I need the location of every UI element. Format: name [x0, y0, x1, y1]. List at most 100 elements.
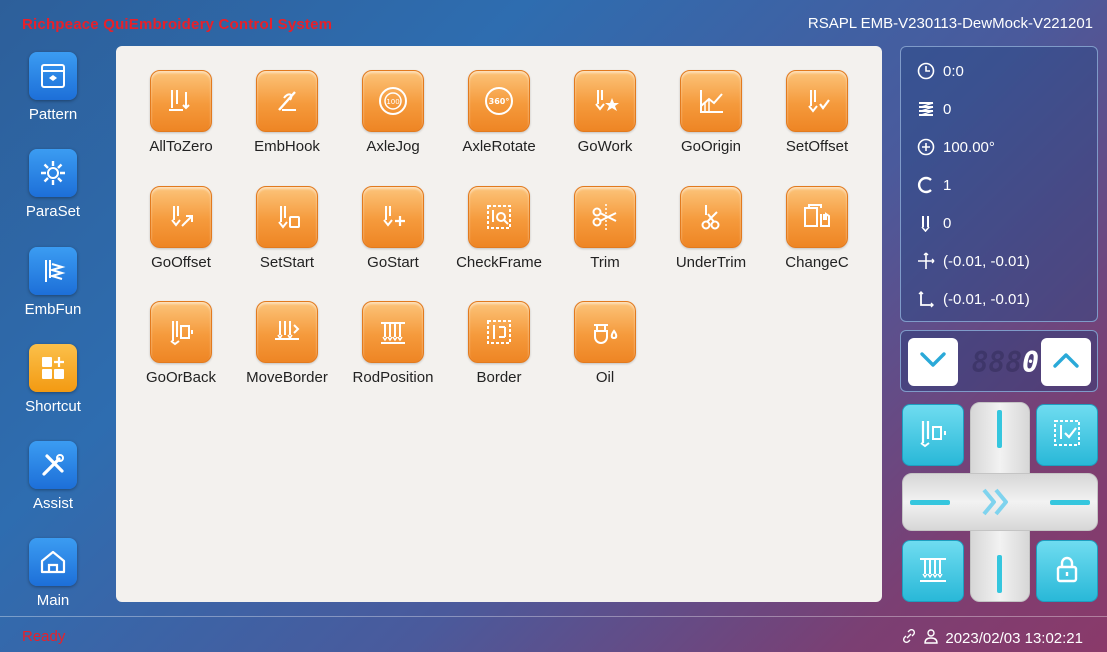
axle-jog-button[interactable]: 100 AxleJog — [340, 70, 446, 170]
go-work-icon — [574, 70, 636, 132]
function-label: AxleRotate — [462, 138, 536, 155]
border-button[interactable]: Border — [446, 301, 552, 401]
info-color-row: 1 — [915, 173, 951, 197]
set-start-button[interactable]: SetStart — [234, 186, 340, 286]
rod-position-button[interactable]: RodPosition — [340, 301, 446, 401]
change-color-icon — [786, 186, 848, 248]
go-start-button[interactable]: GoStart — [340, 186, 446, 286]
move-down-button[interactable] — [997, 555, 1002, 593]
move-up-button[interactable] — [997, 410, 1002, 448]
move-border-icon — [256, 301, 318, 363]
rod-quick-button[interactable] — [902, 540, 964, 602]
go-offset-icon — [150, 186, 212, 248]
increment-button[interactable] — [1041, 338, 1091, 386]
counter-ghost-digits: 888 — [971, 345, 1023, 379]
axle-jog-icon: 100 — [362, 70, 424, 132]
needle-icon — [915, 214, 937, 232]
sidebar-item-main[interactable]: Main — [15, 538, 91, 628]
status-right: 2023/02/03 13:02:21 — [901, 628, 1083, 648]
function-label: ChangeC — [785, 254, 849, 271]
title-bar: Richpeace QuiEmbroidery Control System R… — [0, 0, 1107, 46]
move-right-button[interactable] — [1050, 500, 1090, 505]
info-position-row: (-0.01, -0.01) — [915, 249, 1030, 273]
status-info-panel: 0:0 0 100.00° 1 0 (-0.01, -0.01) (-0.01,… — [900, 46, 1098, 322]
sidebar-item-label: Assist — [32, 495, 73, 512]
info-needle: 0 — [943, 214, 952, 232]
user-icon — [923, 628, 939, 648]
function-label: CheckFrame — [456, 254, 542, 271]
decrement-button[interactable] — [908, 338, 958, 386]
function-label: RodPosition — [352, 369, 434, 386]
pattern-folder-icon — [29, 52, 77, 100]
sidebar-item-shortcut[interactable]: Shortcut — [15, 344, 91, 434]
axle-rotate-button[interactable]: 360° AxleRotate — [446, 70, 552, 170]
function-label: SetStart — [259, 254, 315, 271]
under-trim-icon — [680, 186, 742, 248]
status-datetime: 2023/02/03 13:02:21 — [945, 629, 1083, 647]
speed-arrows-icon[interactable] — [978, 484, 1022, 525]
status-bar: Ready 2023/02/03 13:02:21 — [0, 620, 1107, 652]
sidebar-item-pattern[interactable]: Pattern — [15, 52, 91, 142]
go-offset-button[interactable]: GoOffset — [128, 186, 234, 286]
go-origin-icon — [680, 70, 742, 132]
oil-button[interactable]: Oil — [552, 301, 658, 401]
set-offset-button[interactable]: SetOffset — [764, 70, 870, 170]
link-icon — [901, 628, 917, 648]
rod-quick-icon — [915, 551, 951, 592]
emb-hook-button[interactable]: EmbHook — [234, 70, 340, 170]
set-start-icon — [256, 186, 318, 248]
status-divider — [0, 616, 1107, 617]
stitch-count-icon — [915, 100, 937, 118]
origin-axis-icon — [915, 290, 937, 308]
info-angle: 100.00° — [943, 138, 995, 156]
all-to-zero-button[interactable]: AllToZero — [128, 70, 234, 170]
sidebar-item-assist[interactable]: Assist — [15, 441, 91, 531]
embroidery-function-icon — [29, 247, 77, 295]
set-offset-icon — [786, 70, 848, 132]
all-to-zero-icon — [150, 70, 212, 132]
function-label: Oil — [595, 369, 615, 386]
under-trim-button[interactable]: UnderTrim — [658, 186, 764, 286]
frame-check-quick-button[interactable] — [1036, 404, 1098, 466]
function-label: GoStart — [367, 254, 419, 271]
sidebar-item-embfun[interactable]: EmbFun — [15, 247, 91, 337]
function-label: UnderTrim — [675, 254, 747, 271]
function-label: Border — [476, 369, 522, 386]
go-or-back-button[interactable]: GoOrBack — [128, 301, 234, 401]
crosshair-move-icon — [915, 252, 937, 270]
function-label: Trim — [590, 254, 620, 271]
go-work-button[interactable]: GoWork — [552, 70, 658, 170]
tools-icon — [29, 441, 77, 489]
gear-icon — [29, 149, 77, 197]
sidebar-item-label: Main — [36, 592, 70, 609]
info-position: (-0.01, -0.01) — [943, 252, 1030, 270]
sidebar: Pattern ParaSet EmbFun Shortcut Assist M… — [0, 46, 108, 616]
go-origin-button[interactable]: GoOrigin — [658, 70, 764, 170]
lock-button[interactable] — [1036, 540, 1098, 602]
move-border-button[interactable]: MoveBorder — [234, 301, 340, 401]
function-label: GoOrigin — [680, 138, 742, 155]
stitch-counter: 888 0 — [900, 330, 1098, 392]
trim-scissors-icon — [574, 186, 636, 248]
chevron-down-icon — [919, 350, 947, 375]
function-label: MoveBorder — [246, 369, 328, 386]
info-time: 0:0 — [943, 62, 964, 80]
info-time-row: 0:0 — [915, 59, 964, 83]
sidebar-item-paraset[interactable]: ParaSet — [15, 149, 91, 239]
go-or-back-quick-button[interactable] — [902, 404, 964, 466]
plus-circle-icon — [915, 138, 937, 156]
check-frame-button[interactable]: CheckFrame — [446, 186, 552, 286]
move-left-button[interactable] — [910, 500, 950, 505]
change-color-button[interactable]: ChangeC — [764, 186, 870, 286]
info-origin: (-0.01, -0.01) — [943, 290, 1030, 308]
info-origin-row: (-0.01, -0.01) — [915, 287, 1030, 311]
svg-text:360°: 360° — [489, 97, 510, 106]
home-icon — [29, 538, 77, 586]
function-label: EmbHook — [254, 138, 320, 155]
sidebar-item-label: Shortcut — [25, 398, 81, 415]
svg-text:100: 100 — [386, 98, 399, 106]
go-or-back-quick-icon — [915, 415, 951, 456]
info-angle-row: 100.00° — [915, 135, 995, 159]
trim-button[interactable]: Trim — [552, 186, 658, 286]
function-panel: AllToZero EmbHook 100 AxleJog 360° AxleR… — [116, 46, 882, 602]
